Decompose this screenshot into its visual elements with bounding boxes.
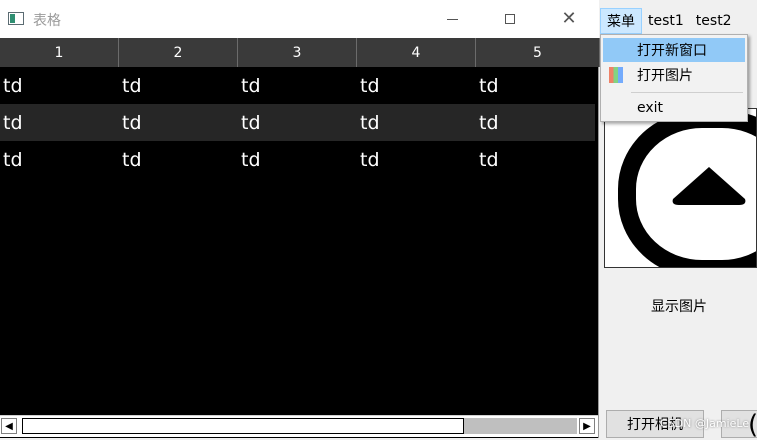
menu-test2[interactable]: test2 xyxy=(690,8,738,34)
table-row: td td td td td xyxy=(0,141,595,178)
table-cell[interactable]: td xyxy=(357,67,476,104)
menu-item-label: exit xyxy=(637,100,664,116)
window-title: 表格 xyxy=(33,13,61,29)
table-window: 表格 ✕ 1 2 3 4 5 td td td td td td td td t… xyxy=(0,0,600,438)
title-bar[interactable]: 表格 ✕ xyxy=(0,0,599,38)
menu-bar: 菜单 test1 test2 xyxy=(600,8,738,34)
menu-item-open-image[interactable]: 打开图片 xyxy=(603,63,745,87)
table-header: 1 2 3 4 5 xyxy=(0,38,600,67)
scroll-left-button[interactable]: ◀ xyxy=(1,418,17,434)
menu-main[interactable]: 菜单 xyxy=(600,8,642,34)
table-cell[interactable]: td xyxy=(476,67,595,104)
horizontal-scrollbar[interactable]: ◀ ▶ xyxy=(0,415,598,437)
minimize-button[interactable] xyxy=(423,0,481,38)
up-arrow-circle-icon xyxy=(618,110,756,267)
arrow-left-icon: ◀ xyxy=(5,420,13,432)
menu-item-open-window[interactable]: 打开新窗口 xyxy=(603,38,745,62)
table-cell[interactable]: td xyxy=(238,67,357,104)
arrow-right-icon: ▶ xyxy=(583,420,591,432)
table-body: td td td td td td td td td td td td td t… xyxy=(0,67,595,178)
scroll-right-button[interactable]: ▶ xyxy=(579,418,595,434)
table-cell[interactable]: td xyxy=(0,67,119,104)
column-header[interactable]: 1 xyxy=(0,38,119,67)
menu-test1[interactable]: test1 xyxy=(642,8,690,34)
table-row: td td td td td xyxy=(0,67,595,104)
table-cell[interactable]: td xyxy=(476,104,595,141)
table-cell[interactable]: td xyxy=(0,141,119,178)
column-header[interactable]: 5 xyxy=(476,38,600,67)
scrollbar-thumb[interactable] xyxy=(22,418,464,434)
menu-item-label: 打开图片 xyxy=(637,68,693,84)
minimize-icon xyxy=(446,18,458,20)
table-cell[interactable]: td xyxy=(119,141,238,178)
menu-separator xyxy=(631,92,743,93)
table-cell[interactable]: td xyxy=(357,104,476,141)
image-display xyxy=(604,108,757,268)
menu-item-exit[interactable]: exit xyxy=(603,96,745,120)
menu-item-label: 打开新窗口 xyxy=(637,43,707,59)
menu-dropdown: 打开新窗口 打开图片 exit xyxy=(600,34,748,122)
close-button[interactable]: ✕ xyxy=(540,0,598,38)
table-row: td td td td td xyxy=(0,104,595,141)
app-icon xyxy=(8,12,24,25)
close-icon: ✕ xyxy=(561,8,577,29)
table-cell[interactable]: td xyxy=(476,141,595,178)
partial-glyph: ( xyxy=(748,412,757,438)
maximize-button[interactable] xyxy=(481,0,539,38)
table-cell[interactable]: td xyxy=(357,141,476,178)
watermark: CSDN @JamieLe xyxy=(660,417,750,430)
scrollbar-track[interactable] xyxy=(464,418,577,434)
table-cell[interactable]: td xyxy=(238,141,357,178)
table-cell[interactable]: td xyxy=(119,67,238,104)
image-file-icon xyxy=(609,67,623,83)
column-header[interactable]: 3 xyxy=(238,38,357,67)
column-header[interactable]: 2 xyxy=(119,38,238,67)
column-header[interactable]: 4 xyxy=(357,38,476,67)
table-cell[interactable]: td xyxy=(238,104,357,141)
image-label: 显示图片 xyxy=(651,299,707,315)
table-cell[interactable]: td xyxy=(0,104,119,141)
maximize-icon xyxy=(505,14,515,24)
table-cell[interactable]: td xyxy=(119,104,238,141)
